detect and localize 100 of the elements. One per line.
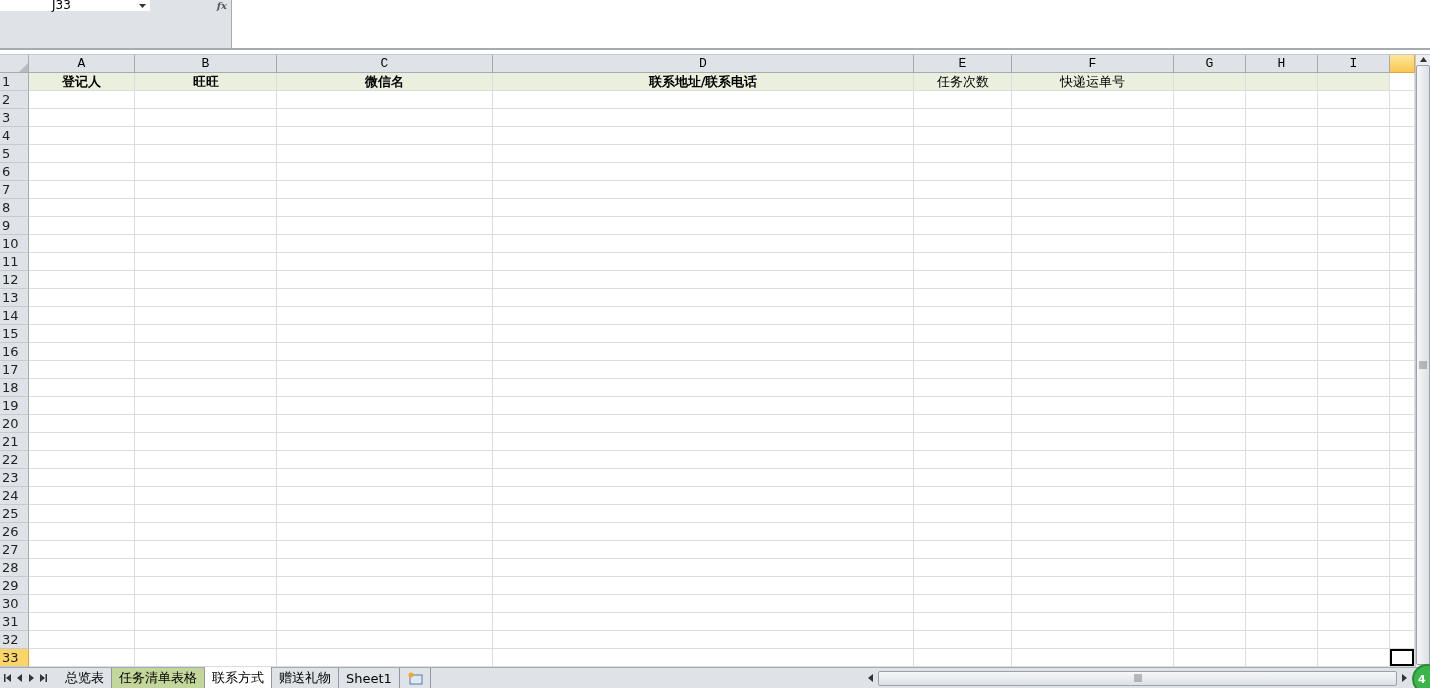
table-cell — [1318, 235, 1390, 253]
table-cell: 旺旺 — [135, 73, 277, 91]
table-cell — [1390, 163, 1415, 181]
table-cell — [1246, 469, 1318, 487]
function-label[interactable]: fx — [216, 0, 227, 11]
dropdown-icon[interactable] — [139, 3, 146, 8]
table-cell — [1318, 163, 1390, 181]
row-header[interactable]: 33 — [0, 649, 29, 667]
table-cell — [1390, 307, 1415, 325]
column-header[interactable]: I — [1318, 55, 1390, 73]
table-cell — [1390, 523, 1415, 541]
row-header[interactable]: 32 — [0, 631, 29, 649]
sheet-tab[interactable]: 任务清单表格 — [112, 668, 205, 688]
table-cell — [1246, 91, 1318, 109]
column-header[interactable]: A — [29, 55, 135, 73]
column-header[interactable]: B — [135, 55, 277, 73]
row-header[interactable]: 9 — [0, 217, 29, 235]
scroll-right-icon[interactable] — [1401, 674, 1408, 682]
table-cell — [1174, 217, 1246, 235]
table-cell — [1390, 397, 1415, 415]
table-cell — [1246, 631, 1318, 649]
row-header[interactable]: 8 — [0, 199, 29, 217]
table-cell — [1318, 181, 1390, 199]
row-header[interactable]: 7 — [0, 181, 29, 199]
table-cell — [1318, 595, 1390, 613]
row-header[interactable]: 16 — [0, 343, 29, 361]
table-cell — [1318, 505, 1390, 523]
table-cell — [1390, 631, 1415, 649]
table-cell — [1390, 271, 1415, 289]
row-header[interactable]: 12 — [0, 271, 29, 289]
table-cell — [1174, 235, 1246, 253]
row-header[interactable]: 25 — [0, 505, 29, 523]
table-cell — [1318, 451, 1390, 469]
row-header[interactable]: 4 — [0, 127, 29, 145]
table-cell — [1246, 613, 1318, 631]
row-header[interactable]: 27 — [0, 541, 29, 559]
row-header[interactable]: 2 — [0, 91, 29, 109]
row-header[interactable]: 17 — [0, 361, 29, 379]
row-header[interactable]: 30 — [0, 595, 29, 613]
row-header[interactable]: 5 — [0, 145, 29, 163]
row-header[interactable]: 11 — [0, 253, 29, 271]
table-cell — [1390, 433, 1415, 451]
table-cell — [1390, 487, 1415, 505]
row-header[interactable]: 23 — [0, 469, 29, 487]
row-header[interactable]: 19 — [0, 397, 29, 415]
table-cell — [1390, 91, 1415, 109]
new-sheet-icon — [406, 671, 423, 685]
table-cell — [1174, 271, 1246, 289]
table-cell — [1390, 541, 1415, 559]
table-cell — [1318, 289, 1390, 307]
table-cell — [1390, 199, 1415, 217]
row-header[interactable]: 15 — [0, 325, 29, 343]
table-cell — [1390, 235, 1415, 253]
row-header[interactable]: 13 — [0, 289, 29, 307]
table-cell — [1390, 289, 1415, 307]
row-header[interactable]: 18 — [0, 379, 29, 397]
row-header[interactable]: 26 — [0, 523, 29, 541]
column-header[interactable]: E — [914, 55, 1012, 73]
sheet-tab[interactable]: 联系方式 — [205, 667, 272, 688]
row-header[interactable]: 14 — [0, 307, 29, 325]
row-header[interactable]: 10 — [0, 235, 29, 253]
table-cell — [1318, 199, 1390, 217]
table-cell — [1174, 91, 1246, 109]
column-header[interactable]: F — [1012, 55, 1174, 73]
row-header[interactable]: 6 — [0, 163, 29, 181]
row-header[interactable]: 28 — [0, 559, 29, 577]
row-header[interactable]: 31 — [0, 613, 29, 631]
table-cell — [1174, 289, 1246, 307]
previous-sheet-icon[interactable] — [16, 674, 23, 682]
selected-cell[interactable] — [1390, 649, 1415, 667]
table-cell — [1246, 397, 1318, 415]
next-sheet-icon[interactable] — [28, 674, 35, 682]
table-cell — [1246, 217, 1318, 235]
scroll-left-icon[interactable] — [867, 674, 874, 682]
table-cell — [1318, 73, 1390, 91]
column-header[interactable]: C — [277, 55, 493, 73]
table-cell — [1390, 181, 1415, 199]
column-header[interactable]: H — [1246, 55, 1318, 73]
row-header[interactable]: 22 — [0, 451, 29, 469]
table-cell — [1174, 379, 1246, 397]
table-cell: 任务次数 — [914, 73, 1012, 91]
column-header[interactable]: D — [493, 55, 914, 73]
table-cell — [1318, 559, 1390, 577]
row-header[interactable]: 20 — [0, 415, 29, 433]
table-cell — [1246, 433, 1318, 451]
row-header[interactable]: 21 — [0, 433, 29, 451]
table-cell — [1246, 271, 1318, 289]
row-header[interactable]: 29 — [0, 577, 29, 595]
table-cell — [1246, 505, 1318, 523]
column-header[interactable]: G — [1174, 55, 1246, 73]
table-cell — [1390, 451, 1415, 469]
row-header[interactable]: 1 — [0, 73, 29, 91]
first-sheet-icon[interactable] — [4, 674, 11, 682]
table-cell — [1390, 361, 1415, 379]
table-cell — [1318, 109, 1390, 127]
row-header[interactable]: 24 — [0, 487, 29, 505]
vertical-scrollbar[interactable] — [1415, 55, 1430, 667]
row-header[interactable]: 3 — [0, 109, 29, 127]
last-sheet-icon[interactable] — [40, 674, 47, 682]
name-box[interactable]: J33 — [0, 0, 150, 11]
